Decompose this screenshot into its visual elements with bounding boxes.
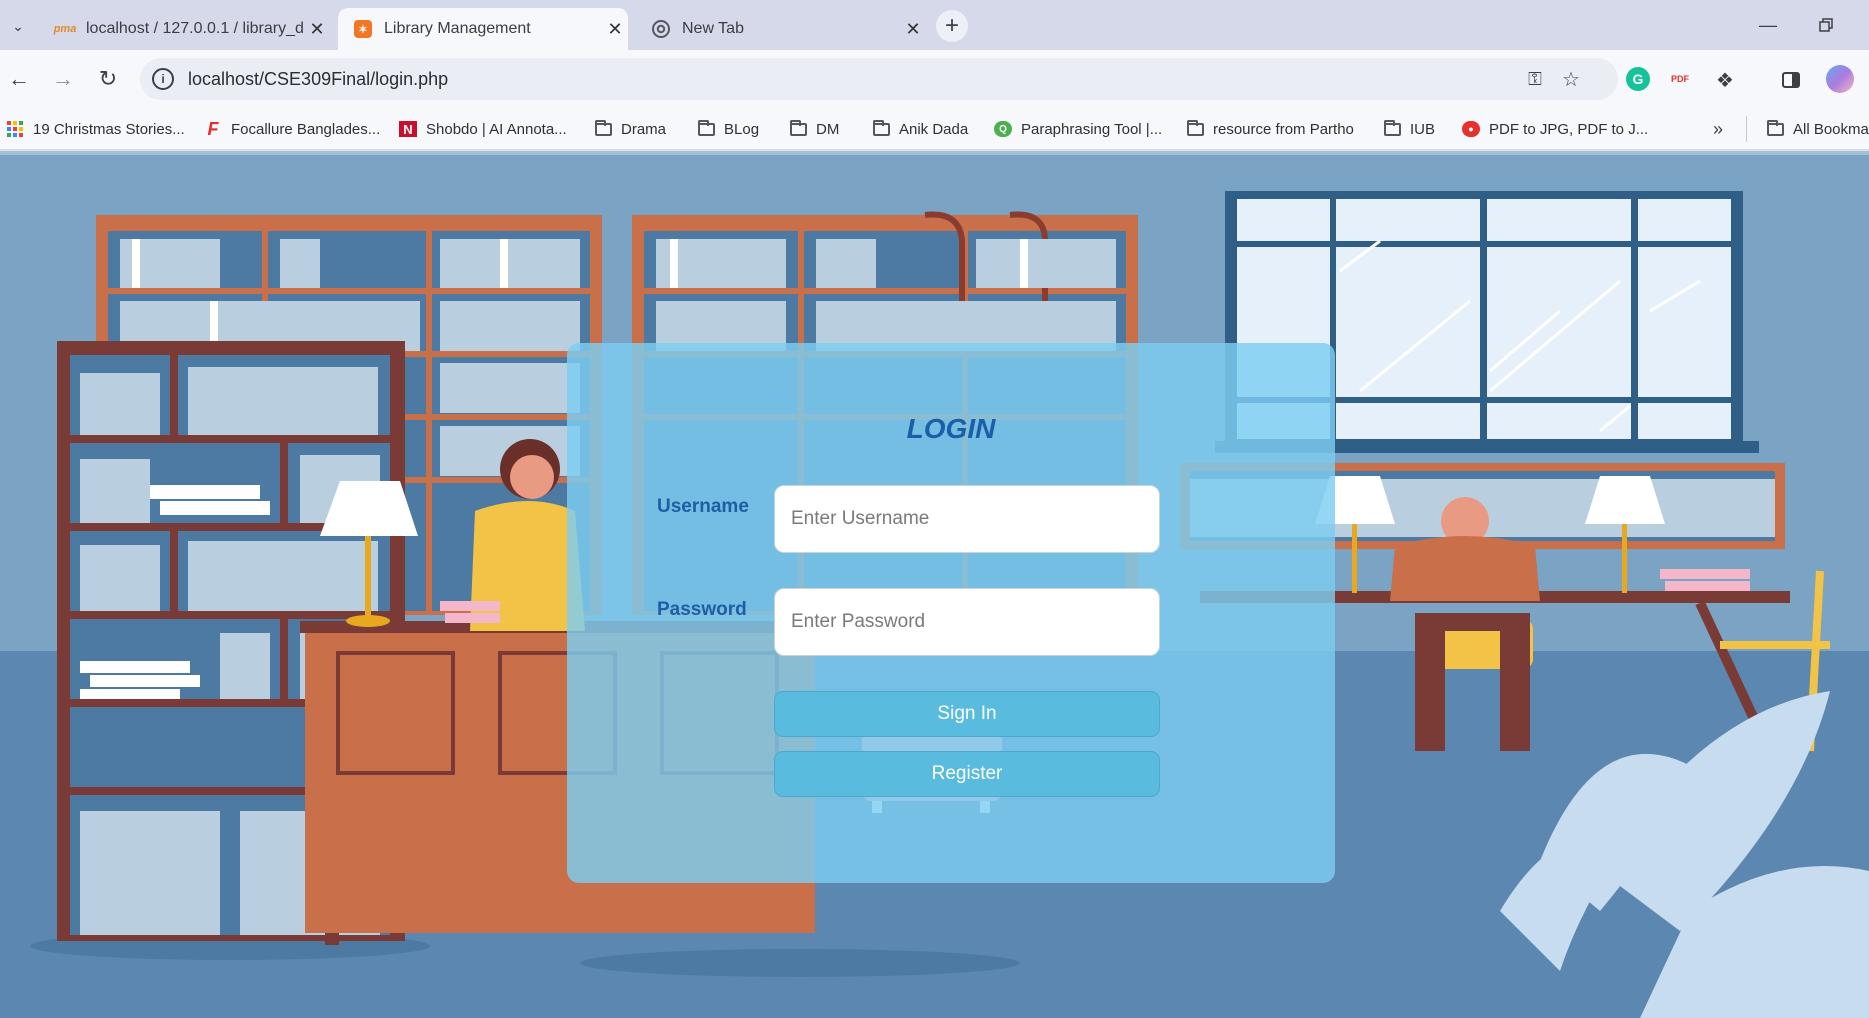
- bookmark-label: Focallure Banglades...: [231, 120, 381, 138]
- login-title: LOGIN: [906, 413, 996, 444]
- bookmark-label: DM: [816, 120, 840, 138]
- navigation-bar: ← → ↻ i localhost/CSE309Final/login.php …: [0, 50, 1869, 108]
- bookmark-label: Shobdo | AI Annota...: [426, 120, 567, 138]
- more-bookmarks-chevron-icon[interactable]: »: [1705, 116, 1731, 142]
- phpmyadmin-icon: pma: [53, 23, 77, 35]
- bookmark-label: resource from Partho: [1213, 120, 1354, 138]
- password-input[interactable]: [774, 588, 1160, 656]
- tab-title: localhost / 127.0.0.1 / library_db: [86, 20, 304, 37]
- bookmark-anik-dada[interactable]: Anik Dada: [872, 116, 968, 142]
- ilovepdf-icon: ●: [1462, 121, 1480, 137]
- minimize-icon[interactable]: —: [1748, 12, 1788, 38]
- bookmark-iub[interactable]: IUB: [1383, 116, 1435, 142]
- bookmark-paraphrasing-tool[interactable]: Q Paraphrasing Tool |...: [994, 116, 1162, 142]
- restore-icon[interactable]: [1806, 12, 1846, 38]
- folder-icon: [697, 119, 715, 137]
- folder-icon: [789, 119, 807, 137]
- apps-grid-icon: [6, 121, 24, 137]
- bookmark-label: Anik Dada: [899, 120, 969, 138]
- tab-search-chevron-icon[interactable]: ⌄: [4, 12, 32, 40]
- folder-icon: [1766, 119, 1784, 137]
- chrome-icon: [652, 20, 670, 38]
- bookmark-shobdo[interactable]: N Shobdo | AI Annota...: [399, 116, 567, 142]
- bookmark-all-bookmarks[interactable]: All Bookmarks: [1766, 116, 1869, 142]
- reload-icon[interactable]: ↻: [93, 64, 123, 94]
- bookmark-christmas-stories[interactable]: 19 Christmas Stories...: [6, 116, 185, 142]
- quillbot-icon: Q: [994, 121, 1012, 137]
- address-bar[interactable]: i localhost/CSE309Final/login.php ⚿ ☆: [140, 58, 1618, 100]
- tab-library-management[interactable]: ✶ Library Management ✕: [338, 8, 628, 50]
- focallure-icon: F: [207, 118, 219, 139]
- password-label: Password: [657, 599, 747, 620]
- tab-close-icon[interactable]: ✕: [304, 19, 330, 40]
- bookmark-pdf-to-jpg[interactable]: ● PDF to JPG, PDF to J...: [1462, 116, 1648, 142]
- tab-title: Library Management: [384, 20, 531, 37]
- sign-in-button[interactable]: Sign In: [774, 691, 1160, 737]
- bookmark-label: IUB: [1410, 120, 1436, 138]
- tab-title: New Tab: [682, 20, 744, 37]
- bookmark-focallure[interactable]: F Focallure Banglades...: [204, 116, 381, 142]
- back-arrow-icon[interactable]: ←: [4, 64, 34, 94]
- xampp-icon: ✶: [354, 20, 372, 38]
- bookmark-label: PDF to JPG, PDF to J...: [1489, 120, 1649, 138]
- side-panel-icon[interactable]: [1778, 67, 1804, 93]
- tab-new-tab[interactable]: New Tab ✕: [636, 8, 926, 50]
- pdf-extension-icon[interactable]: PDF: [1668, 69, 1692, 89]
- profile-avatar-icon[interactable]: [1826, 65, 1854, 93]
- site-info-icon[interactable]: i: [152, 68, 174, 90]
- username-input[interactable]: [774, 485, 1160, 553]
- tab-close-icon[interactable]: ✕: [602, 19, 628, 40]
- folder-icon: [1186, 119, 1204, 137]
- password-key-icon[interactable]: ⚿: [1522, 67, 1548, 91]
- folder-icon: [594, 119, 612, 137]
- shobdo-icon: N: [399, 121, 417, 137]
- tab-close-icon[interactable]: ✕: [900, 19, 926, 40]
- new-tab-plus-icon[interactable]: +: [936, 10, 968, 42]
- bookmarks-divider: [1746, 116, 1747, 142]
- grammarly-icon[interactable]: G: [1626, 67, 1650, 91]
- username-label: Username: [657, 496, 749, 517]
- folder-icon: [872, 119, 890, 137]
- extensions-puzzle-icon[interactable]: ❖: [1712, 67, 1738, 93]
- bookmark-label: All Bookmarks: [1793, 120, 1869, 138]
- register-button[interactable]: Register: [774, 751, 1160, 797]
- bookmark-star-icon[interactable]: ☆: [1558, 67, 1584, 91]
- bookmark-drama[interactable]: Drama: [594, 116, 666, 142]
- forward-arrow-icon[interactable]: →: [48, 64, 78, 94]
- bookmark-resource-from-partho[interactable]: resource from Partho: [1186, 116, 1354, 142]
- url-text: localhost/CSE309Final/login.php: [188, 69, 449, 89]
- bookmark-dm[interactable]: DM: [789, 116, 839, 142]
- tab-strip: ⌄ pma localhost / 127.0.0.1 / library_db…: [0, 0, 1869, 50]
- bookmark-label: Paraphrasing Tool |...: [1021, 120, 1163, 138]
- folder-icon: [1383, 119, 1401, 137]
- bookmark-label: 19 Christmas Stories...: [33, 120, 185, 138]
- tab-phpmyadmin[interactable]: pma localhost / 127.0.0.1 / library_db ✕: [40, 8, 330, 50]
- login-form: LOGIN Username Password Sign In Register: [567, 343, 1335, 883]
- bookmark-label: Drama: [621, 120, 667, 138]
- bookmark-blog[interactable]: BLog: [697, 116, 759, 142]
- bookmark-label: BLog: [724, 120, 760, 138]
